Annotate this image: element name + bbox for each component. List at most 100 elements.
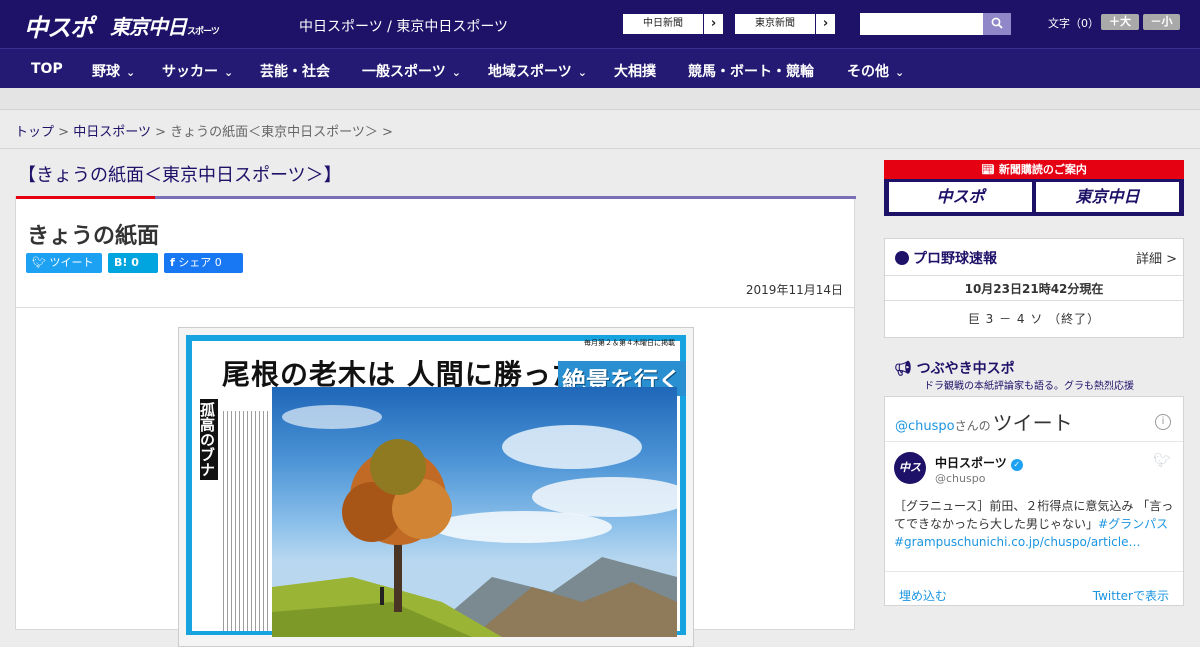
- chunichi-shimbun-link[interactable]: 中日新聞 ›: [622, 13, 724, 35]
- tokyo-chunichi-logo[interactable]: 東京中日スポーツ: [110, 11, 220, 40]
- nav-item-baseball[interactable]: 野球 ⌄: [92, 61, 135, 81]
- chevron-right-icon: ›: [815, 14, 835, 34]
- tweets-title-label: つぶやき中スポ: [916, 361, 1015, 377]
- search-button[interactable]: [983, 13, 1011, 35]
- nav-label: 野球: [92, 64, 120, 80]
- chunichi-link-label: 中日新聞: [643, 18, 683, 29]
- font-smaller-button[interactable]: －小: [1143, 14, 1180, 30]
- font-size-label: 文字（0）: [1048, 17, 1099, 30]
- baseball-card-title: プロ野球速報: [895, 248, 997, 268]
- nav-item-soccer[interactable]: サッカー ⌄: [162, 61, 233, 81]
- timeline-label: ツイート: [992, 411, 1073, 435]
- breadcrumb-section-link[interactable]: 中日スポーツ: [73, 125, 151, 140]
- tokyo-link-label: 東京新聞: [755, 18, 795, 29]
- chevron-down-icon: ⌄: [895, 66, 905, 79]
- page-title: 【きょうの紙面＜東京中日スポーツ＞】: [18, 165, 342, 186]
- chevron-right-icon: ›: [703, 14, 723, 34]
- breadcrumb-separator: >: [382, 125, 393, 140]
- paper-side-title: 孤高のブナ: [198, 399, 218, 480]
- landscape-illustration: [272, 405, 677, 637]
- nav-item-entertainment[interactable]: 芸能・社会: [260, 61, 330, 81]
- tweet-account-name[interactable]: 中日スポーツ ✓: [935, 454, 1023, 471]
- tokyo-shimbun-link[interactable]: 東京新聞 ›: [734, 13, 836, 35]
- search-input[interactable]: [860, 13, 983, 35]
- paper-text-columns: [220, 411, 268, 631]
- font-bigger-button[interactable]: ＋大: [1101, 14, 1139, 30]
- nav-item-general-sports[interactable]: 一般スポーツ ⌄: [362, 61, 461, 81]
- tweets-section-title: 📢︎ つぶやき中スポ: [894, 358, 1015, 378]
- timeline-handle[interactable]: @chuspo: [895, 419, 955, 434]
- tweet-share-label: ツイート: [49, 256, 94, 269]
- tweet-hashtag-link[interactable]: #グランパス: [1098, 517, 1168, 531]
- baseball-update-time: 10月23日21時42分現在: [964, 282, 1104, 296]
- hatena-bookmark-label: B! 0: [114, 256, 139, 269]
- tweet-url-link[interactable]: #grampuschunichi.co.jp/chuspo/article…: [894, 535, 1140, 549]
- breadcrumb: トップ > 中日スポーツ > きょうの紙面＜東京中日スポーツ＞ >: [15, 121, 393, 140]
- nav-item-local-sports[interactable]: 地域スポーツ ⌄: [488, 61, 587, 81]
- baseball-icon: [895, 251, 909, 265]
- twitter-bird-icon: 🐦︎: [32, 256, 46, 269]
- sub-nav-strip: [0, 88, 1200, 110]
- facebook-share-button[interactable]: f シェア 0: [164, 253, 243, 273]
- main-nav: TOP 野球 ⌄ サッカー ⌄ 芸能・社会 一般スポーツ ⌄ 地域スポーツ ⌄ 大相撲 …: [0, 48, 1200, 88]
- baseball-scores-card: プロ野球速報 詳細 > 10月23日21時42分現在 巨 3 － 4 ソ （終了…: [884, 238, 1184, 338]
- paper-corner-sub: 報道カメラマン: [592, 346, 648, 355]
- chevron-down-icon: ⌄: [451, 66, 461, 79]
- newspaper-page-image[interactable]: 毎月第２＆第４木曜日に掲載 尾根の老木は 人間に勝った 報道カメラマン 絶景を行…: [178, 327, 694, 647]
- view-on-twitter-link[interactable]: Twitterで表示: [1093, 587, 1169, 604]
- nav-label: 一般スポーツ: [362, 64, 446, 80]
- embed-link[interactable]: 埋め込む: [899, 587, 947, 604]
- divider: [885, 441, 1183, 442]
- nav-label: 競馬・ボート・競輪: [688, 64, 814, 80]
- facebook-share-label: シェア 0: [178, 256, 222, 269]
- divider: [885, 571, 1183, 572]
- baseball-title-label: プロ野球速報: [913, 251, 997, 267]
- twitter-bird-icon[interactable]: 🐦︎: [1153, 453, 1171, 469]
- newspaper-page: 毎月第２＆第４木曜日に掲載 尾根の老木は 人間に勝った 報道カメラマン 絶景を行…: [192, 339, 686, 637]
- subscription-heading: 📰︎ 新聞購読のご案内: [884, 160, 1184, 179]
- divider: [16, 307, 854, 308]
- chevron-down-icon: ⌄: [126, 66, 136, 79]
- twitter-timeline-widget: @chuspoさんの ツイート i 中スポ 中日スポーツ ✓ @chuspo 🐦︎ …: [884, 396, 1184, 606]
- divider: [885, 275, 1183, 276]
- facebook-icon: f: [170, 256, 175, 269]
- tweets-section-subtitle: ドラ観戦の本紙評論家も語る。グラも熱烈応援: [924, 381, 1134, 392]
- subscribe-chuspo-button[interactable]: 中スポ: [889, 182, 1032, 212]
- tokyo-logo-small: スポーツ: [187, 27, 220, 37]
- nav-item-top[interactable]: TOP: [31, 61, 63, 77]
- divider: [885, 300, 1183, 301]
- baseball-score-row[interactable]: 巨 3 － 4 ソ （終了）: [885, 310, 1183, 327]
- tweet-share-button[interactable]: 🐦︎ ツイート: [26, 253, 102, 273]
- avatar[interactable]: 中スポ: [894, 452, 926, 506]
- divider: [0, 148, 1200, 149]
- breadcrumb-top-link[interactable]: トップ: [15, 125, 54, 140]
- chevron-down-icon: ⌄: [577, 66, 587, 79]
- nav-label: サッカー: [162, 64, 218, 80]
- hatena-bookmark-button[interactable]: B! 0: [108, 253, 158, 273]
- breadcrumb-separator: >: [58, 125, 70, 140]
- chuspo-logo[interactable]: 中スポ: [24, 8, 94, 43]
- nav-item-sumo[interactable]: 大相撲: [614, 61, 656, 81]
- nav-item-racing[interactable]: 競馬・ボート・競輪: [688, 61, 814, 81]
- newspaper-icon: 📰︎: [981, 163, 996, 176]
- search-icon: [991, 17, 1003, 29]
- beech-tree-photo: [272, 387, 677, 637]
- tweet-account-handle[interactable]: @chuspo: [935, 472, 985, 485]
- nav-label: 芸能・社会: [260, 64, 330, 80]
- baseball-details-link[interactable]: 詳細 >: [1136, 248, 1177, 267]
- site-name: 中日スポーツ / 東京中日スポーツ: [299, 19, 509, 35]
- newspaper-frame: 毎月第２＆第４木曜日に掲載 尾根の老木は 人間に勝った 報道カメラマン 絶景を行…: [186, 335, 686, 637]
- nav-label: 地域スポーツ: [488, 64, 572, 80]
- nav-label: 大相撲: [614, 64, 656, 80]
- subscription-banner[interactable]: 📰︎ 新聞購読のご案内 中スポ 東京中日: [884, 160, 1184, 216]
- nav-item-other[interactable]: その他 ⌄: [847, 61, 904, 81]
- subscribe-tokyo-button[interactable]: 東京中日: [1036, 182, 1179, 212]
- title-underline-accent: [16, 196, 155, 199]
- timeline-header[interactable]: @chuspoさんの ツイート: [895, 407, 1073, 436]
- breadcrumb-current: きょうの紙面＜東京中日スポーツ＞: [170, 125, 378, 140]
- tokyo-logo-text: 東京中日: [110, 15, 187, 39]
- article-card: きょうの紙面 🐦︎ ツイート B! 0 f シェア 0 2019年11月14日 …: [15, 196, 856, 647]
- breadcrumb-separator: >: [155, 125, 166, 140]
- nav-label: TOP: [31, 61, 63, 77]
- info-icon[interactable]: i: [1155, 414, 1171, 430]
